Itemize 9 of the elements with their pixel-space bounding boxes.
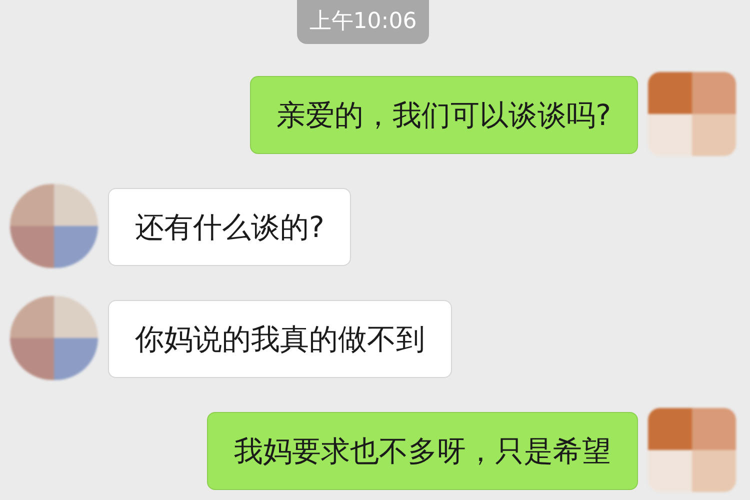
avatar-placeholder[interactable]: [648, 408, 736, 492]
message-bubble: 我妈要求也不多呀，只是希望: [207, 412, 638, 490]
avatar-placeholder[interactable]: [648, 72, 736, 156]
timestamp: 上午10:06: [297, 0, 429, 44]
message-bubble: 亲爱的，我们可以谈谈吗?: [250, 76, 638, 154]
message-bubble: 你妈说的我真的做不到: [108, 300, 452, 378]
avatar-placeholder[interactable]: [10, 184, 98, 268]
message-bubble: 还有什么谈的?: [108, 188, 352, 266]
avatar-placeholder[interactable]: [10, 296, 98, 380]
